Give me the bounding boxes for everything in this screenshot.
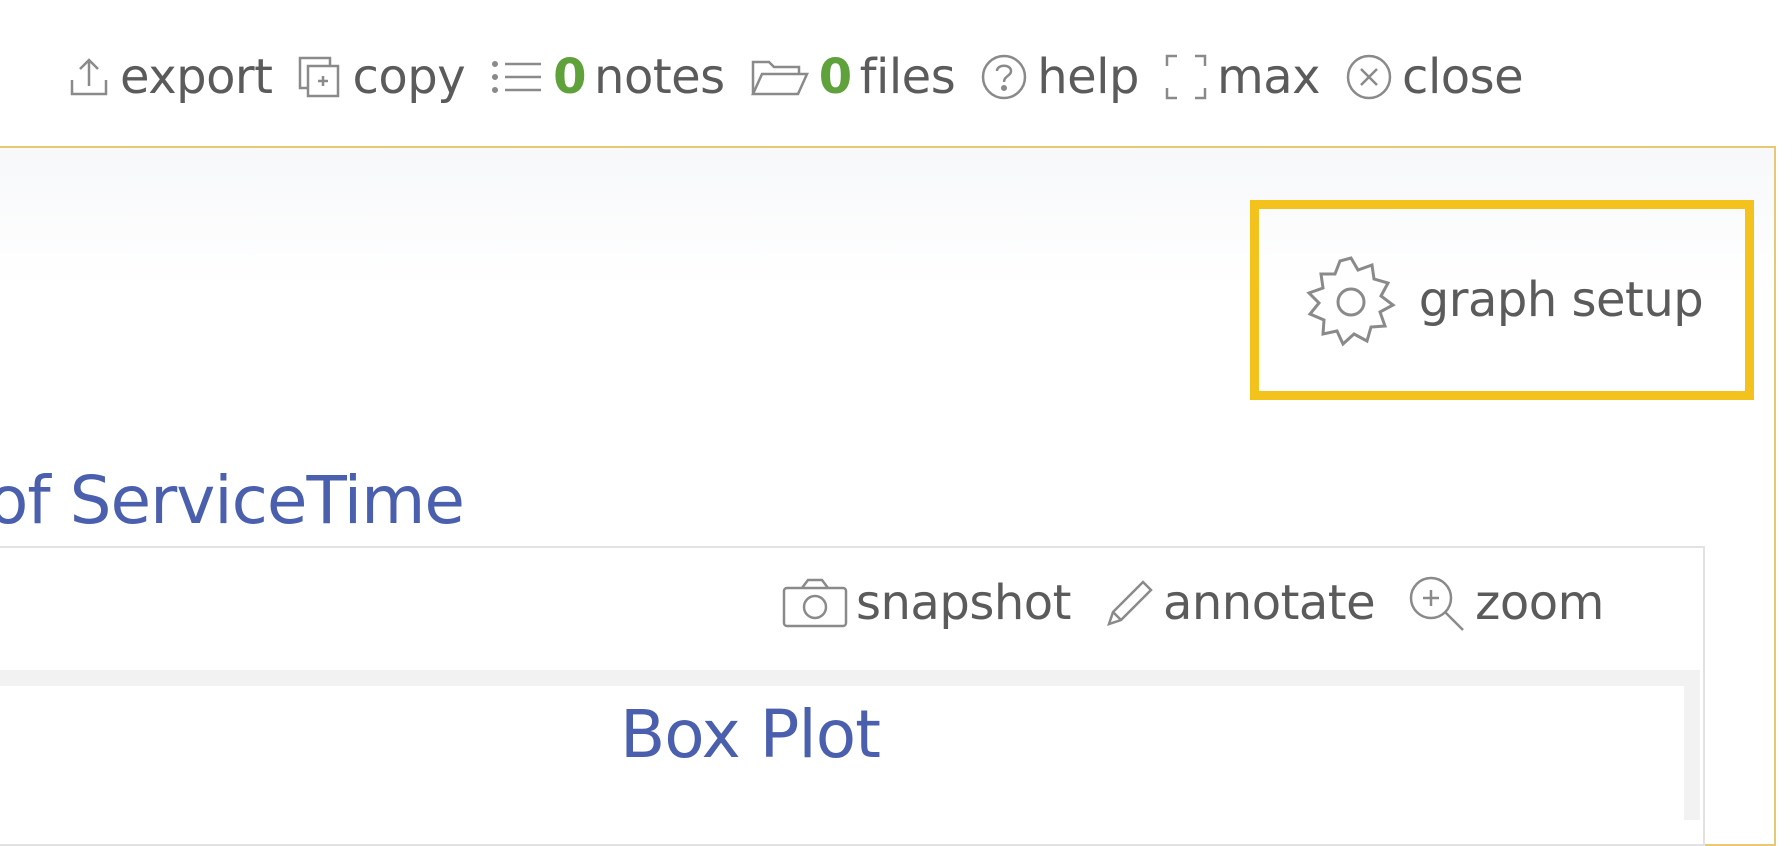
zoom-label: zoom (1475, 575, 1604, 631)
max-button[interactable]: max (1163, 49, 1321, 105)
graph-setup-label: graph setup (1418, 272, 1704, 328)
zoom-in-icon (1409, 576, 1465, 631)
max-label: max (1216, 49, 1321, 105)
export-label: export (120, 49, 273, 105)
copy-button[interactable]: copy (296, 49, 466, 105)
files-label: files (859, 49, 956, 105)
camera-icon (782, 578, 848, 628)
section-title: of ServiceTime (0, 462, 465, 539)
notes-count: 0 (553, 49, 587, 105)
close-label: close (1402, 49, 1524, 105)
annotate-button[interactable]: annotate (1101, 575, 1376, 631)
help-icon (981, 54, 1027, 100)
annotate-label: annotate (1162, 575, 1376, 631)
snapshot-button[interactable]: snapshot (780, 575, 1071, 631)
files-count: 0 (818, 49, 852, 105)
export-button[interactable]: export (66, 49, 273, 105)
graph-setup-button[interactable]: graph setup (1250, 200, 1754, 400)
plot-toolbar: snapshot annotate zoom (780, 572, 1634, 634)
maximize-icon (1165, 54, 1207, 100)
help-button[interactable]: help (979, 49, 1139, 105)
snapshot-label: snapshot (856, 575, 1071, 631)
close-icon (1346, 54, 1392, 100)
gear-icon (1305, 256, 1396, 347)
notes-icon (492, 60, 542, 94)
copy-label: copy (352, 49, 466, 105)
close-button[interactable]: close (1344, 49, 1524, 105)
notes-button[interactable]: 0 notes (489, 49, 725, 105)
copy-icon (299, 56, 340, 98)
plot-title: Box Plot (619, 696, 881, 773)
export-icon (70, 58, 108, 96)
files-button[interactable]: 0 files (749, 49, 956, 105)
pencil-icon (1106, 580, 1153, 626)
folder-icon (750, 60, 809, 96)
help-label: help (1037, 49, 1139, 105)
notes-label: notes (594, 49, 725, 105)
panel-toolbar: export copy 0 notes 0 files help max clo… (66, 49, 1524, 105)
zoom-button[interactable]: zoom (1405, 572, 1604, 634)
